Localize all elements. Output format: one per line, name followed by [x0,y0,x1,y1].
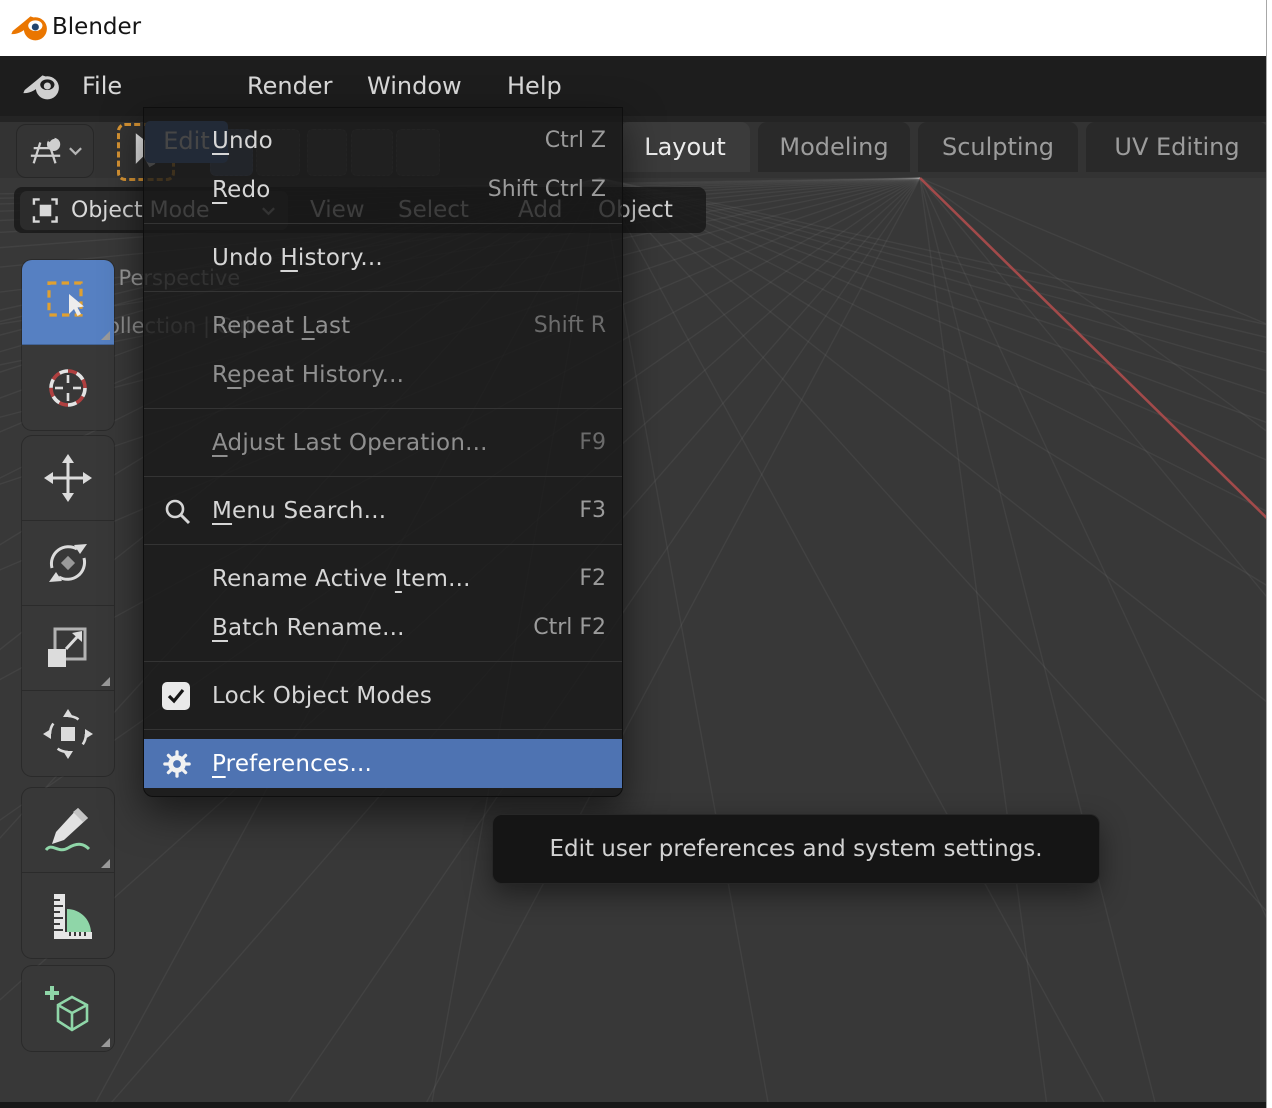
os-titlebar: Blender [0,0,1272,56]
tool-annotate[interactable] [22,788,114,873]
menu-separator [144,467,622,486]
tool-transform[interactable] [22,691,114,776]
menu-item-menu-search[interactable]: Menu Search... F3 [144,486,622,535]
menu-item-redo[interactable]: Redo Shift Ctrl Z [144,165,622,214]
blender-logo-icon [10,9,50,45]
tool-select-box[interactable] [22,260,114,345]
tool-rotate[interactable] [22,521,114,606]
menu-separator [144,535,622,554]
measure-icon [42,890,94,942]
workspace-tab-uv-editing[interactable]: UV Editing [1086,122,1268,172]
tool-move[interactable] [22,436,114,521]
scale-icon [42,622,94,674]
menu-separator [144,214,622,233]
transform-icon [42,708,94,760]
move-icon [42,452,94,504]
checkbox-checked-icon[interactable] [162,682,190,710]
annotate-pencil-icon [42,804,94,856]
menu-item-rename-active-item[interactable]: Rename Active Item... F2 [144,554,622,603]
statusbar-edge [0,1102,1266,1108]
menu-item-batch-rename[interactable]: Batch Rename... Ctrl F2 [144,603,622,652]
menu-item-repeat-last[interactable]: Repeat Last Shift R [144,301,622,350]
3d-viewport-editor-icon [28,135,64,167]
workspace-tab-modeling[interactable]: Modeling [758,122,910,172]
menu-item-repeat-history[interactable]: Repeat History... [144,350,622,399]
object-mode-icon [32,197,59,224]
tooltip-text: Edit user preferences and system setting… [549,836,1042,862]
menu-separator [144,652,622,671]
menu-separator [144,399,622,418]
blender-app-menu-icon[interactable] [22,68,62,104]
tool-measure[interactable] [22,873,114,958]
x-axis-line [920,178,1266,527]
menu-item-undo-history[interactable]: Undo History... [144,233,622,282]
menubar-file[interactable]: File [82,56,122,116]
tool-add-cube[interactable] [22,966,114,1051]
tooltip: Edit user preferences and system setting… [492,814,1100,884]
toolbar-group-add [22,966,114,1051]
select-box-icon [45,279,91,325]
edit-menu-dropdown: Undo Ctrl Z Redo Shift Ctrl Z Undo Histo… [143,107,623,797]
menu-separator [144,720,622,739]
gear-icon [162,749,192,779]
blender-window: Blender File Edit Render Window Help Lay… [0,0,1272,1108]
chevron-down-icon [68,146,83,156]
menu-item-adjust-last-operation[interactable]: Adjust Last Operation... F9 [144,418,622,467]
tool-scale[interactable] [22,606,114,691]
window-title: Blender [52,14,141,40]
editor-type-selector[interactable] [16,124,94,178]
toolbar-group-annotate [22,788,114,958]
workspace-tab-sculpting[interactable]: Sculpting [918,122,1078,172]
menu-separator [144,282,622,301]
toolbar-group-select [22,260,114,430]
workspace-tab-layout[interactable]: Layout [620,122,750,172]
tool-cursor[interactable] [22,345,114,430]
menu-item-undo[interactable]: Undo Ctrl Z [144,116,622,165]
menu-item-lock-object-modes[interactable]: Lock Object Modes [144,671,622,720]
cursor-tool-icon [42,362,94,414]
menu-item-preferences[interactable]: Preferences... [144,739,622,788]
toolbar-group-transform [22,436,114,776]
add-cube-icon [42,983,94,1035]
search-icon [162,496,192,526]
window-right-border [1266,0,1272,1108]
rotate-icon [42,537,94,589]
